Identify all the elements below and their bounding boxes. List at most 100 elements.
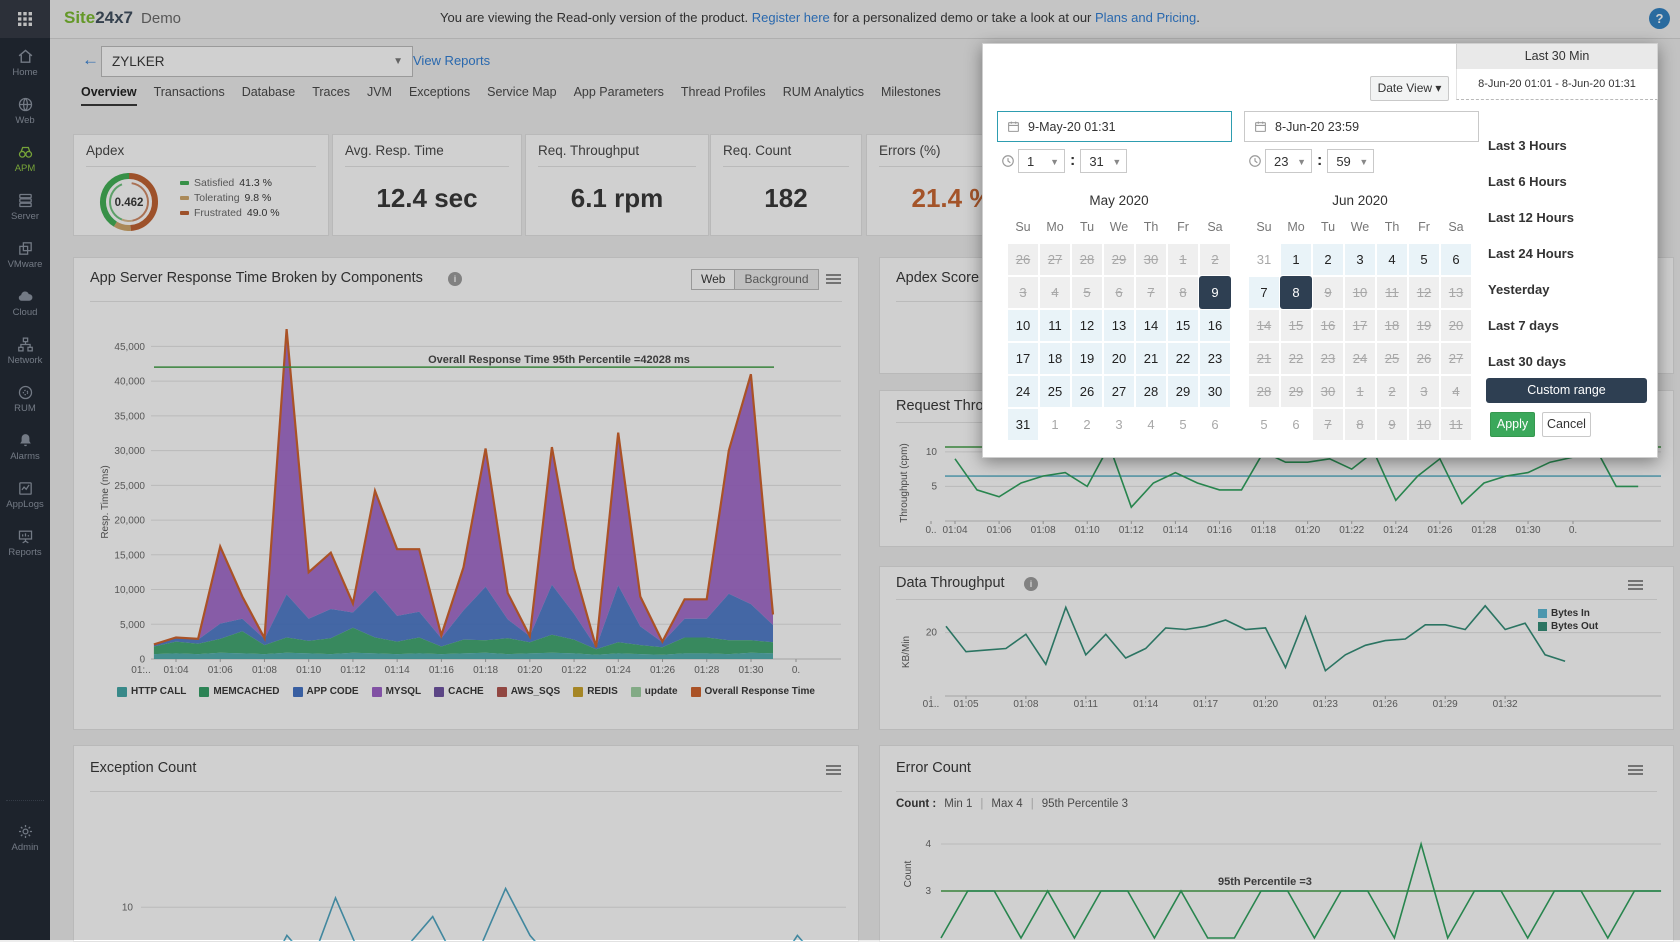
calendar-day[interactable]: 19 [1071,342,1103,375]
calendar-day[interactable]: 11 [1376,276,1408,309]
calendar-day[interactable]: 17 [1007,342,1039,375]
calendar-day[interactable]: 8 [1280,276,1312,309]
end-minute-select[interactable]: 59▼ [1327,149,1374,173]
calendar-day[interactable]: 19 [1408,309,1440,342]
calendar-day[interactable]: 2 [1312,243,1344,276]
calendar-day[interactable]: 30 [1312,375,1344,408]
calendar-day[interactable]: 2 [1199,243,1231,276]
last-30-min-tab[interactable]: Last 30 Min [1456,44,1658,70]
calendar-day[interactable]: 27 [1039,243,1071,276]
calendar-day[interactable]: 6 [1280,408,1312,441]
calendar-day[interactable]: 3 [1344,243,1376,276]
end-hour-select[interactable]: 23▼ [1265,149,1312,173]
calendar-day[interactable]: 11 [1039,309,1071,342]
calendar-day[interactable]: 5 [1248,408,1280,441]
calendar-day[interactable]: 7 [1135,276,1167,309]
calendar-day[interactable]: 28 [1248,375,1280,408]
calendar-day[interactable]: 16 [1199,309,1231,342]
calendar-day[interactable]: 21 [1248,342,1280,375]
calendar-day[interactable]: 12 [1071,309,1103,342]
calendar-day[interactable]: 6 [1103,276,1135,309]
calendar-day[interactable]: 6 [1199,408,1231,441]
calendar-day[interactable]: 4 [1376,243,1408,276]
calendar-day[interactable]: 4 [1039,276,1071,309]
apply-button[interactable]: Apply [1490,412,1535,437]
preset-yesterday[interactable]: Yesterday [1488,282,1549,297]
calendar-day[interactable]: 1 [1167,243,1199,276]
calendar-day[interactable]: 21 [1135,342,1167,375]
calendar-day[interactable]: 26 [1007,243,1039,276]
end-date-input[interactable]: 8-Jun-20 23:59 [1244,111,1479,142]
calendar-day[interactable]: 25 [1376,342,1408,375]
calendar-day[interactable]: 24 [1344,342,1376,375]
calendar-day[interactable]: 5 [1167,408,1199,441]
calendar-day[interactable]: 28 [1135,375,1167,408]
calendar-day[interactable]: 26 [1071,375,1103,408]
preset-last-12-hours[interactable]: Last 12 Hours [1488,210,1574,225]
calendar-day[interactable]: 12 [1408,276,1440,309]
calendar-day[interactable]: 3 [1103,408,1135,441]
calendar-day[interactable]: 25 [1039,375,1071,408]
calendar-day[interactable]: 23 [1312,342,1344,375]
calendar-day[interactable]: 30 [1135,243,1167,276]
calendar-day[interactable]: 27 [1440,342,1472,375]
preset-last-6-hours[interactable]: Last 6 Hours [1488,174,1567,189]
calendar-day[interactable]: 7 [1312,408,1344,441]
preset-last-30-days[interactable]: Last 30 days [1488,354,1566,369]
calendar-day[interactable]: 4 [1440,375,1472,408]
calendar-day[interactable]: 30 [1199,375,1231,408]
calendar-day[interactable]: 4 [1135,408,1167,441]
calendar-day[interactable]: 15 [1167,309,1199,342]
calendar-day[interactable]: 2 [1071,408,1103,441]
calendar-day[interactable]: 16 [1312,309,1344,342]
calendar-day[interactable]: 20 [1103,342,1135,375]
calendar-day[interactable]: 13 [1103,309,1135,342]
calendar-day[interactable]: 7 [1248,276,1280,309]
calendar-day[interactable]: 1 [1280,243,1312,276]
calendar-day[interactable]: 29 [1103,243,1135,276]
calendar-day[interactable]: 9 [1312,276,1344,309]
calendar-day[interactable]: 9 [1376,408,1408,441]
calendar-day[interactable]: 14 [1248,309,1280,342]
preset-last-7-days[interactable]: Last 7 days [1488,318,1559,333]
preset-last-24-hours[interactable]: Last 24 Hours [1488,246,1574,261]
calendar-day[interactable]: 8 [1167,276,1199,309]
calendar-day[interactable]: 31 [1007,408,1039,441]
calendar-day[interactable]: 22 [1280,342,1312,375]
calendar-day[interactable]: 10 [1344,276,1376,309]
calendar-day[interactable]: 20 [1440,309,1472,342]
calendar-day[interactable]: 24 [1007,375,1039,408]
calendar-day[interactable]: 18 [1039,342,1071,375]
calendar-day[interactable]: 1 [1344,375,1376,408]
calendar-day[interactable]: 3 [1007,276,1039,309]
calendar-day[interactable]: 8 [1344,408,1376,441]
calendar-day[interactable]: 5 [1408,243,1440,276]
date-view-dropdown[interactable]: Date View ▾ [1370,76,1449,101]
calendar-day[interactable]: 29 [1280,375,1312,408]
calendar-day[interactable]: 10 [1007,309,1039,342]
preset-last-3-hours[interactable]: Last 3 Hours [1488,138,1567,153]
calendar-day[interactable]: 29 [1167,375,1199,408]
calendar-day[interactable]: 5 [1071,276,1103,309]
calendar-day[interactable]: 1 [1039,408,1071,441]
calendar-day[interactable]: 3 [1408,375,1440,408]
calendar-day[interactable]: 15 [1280,309,1312,342]
calendar-day[interactable]: 18 [1376,309,1408,342]
calendar-day[interactable]: 9 [1199,276,1231,309]
calendar-day[interactable]: 17 [1344,309,1376,342]
calendar-day[interactable]: 6 [1440,243,1472,276]
start-minute-select[interactable]: 31▼ [1080,149,1127,173]
cancel-button[interactable]: Cancel [1542,412,1591,437]
calendar-day[interactable]: 13 [1440,276,1472,309]
custom-range-button[interactable]: Custom range [1486,378,1647,403]
calendar-day[interactable]: 10 [1408,408,1440,441]
calendar-day[interactable]: 28 [1071,243,1103,276]
calendar-day[interactable]: 23 [1199,342,1231,375]
start-date-input[interactable]: 9-May-20 01:31 [997,111,1232,142]
calendar-day[interactable]: 11 [1440,408,1472,441]
calendar-day[interactable]: 2 [1376,375,1408,408]
start-hour-select[interactable]: 1▼ [1018,149,1065,173]
calendar-day[interactable]: 26 [1408,342,1440,375]
calendar-day[interactable]: 27 [1103,375,1135,408]
calendar-day[interactable]: 31 [1248,243,1280,276]
